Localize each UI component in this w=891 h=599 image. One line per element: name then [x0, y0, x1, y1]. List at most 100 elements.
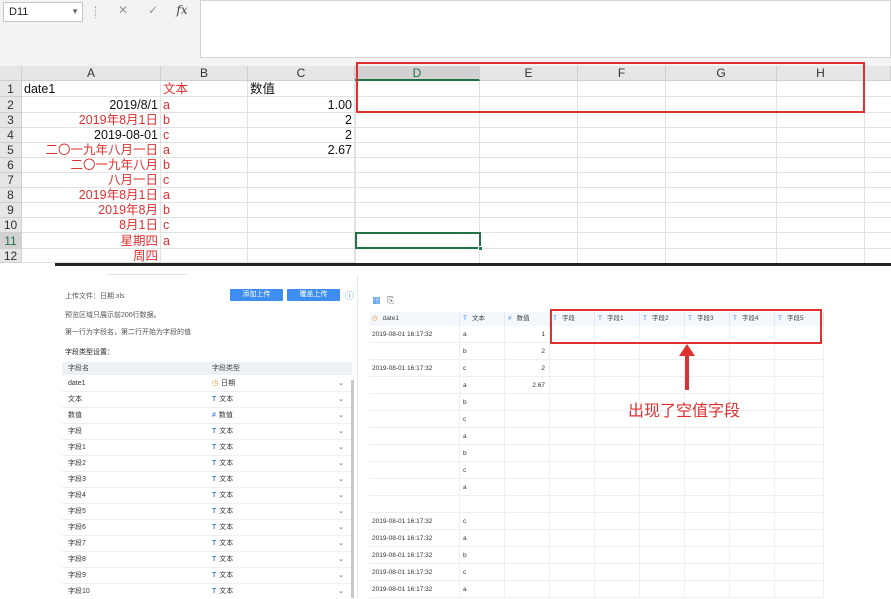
cell-c2[interactable]: 1.00 — [248, 97, 355, 113]
preview-cell — [730, 343, 775, 360]
row-header[interactable]: 1 — [0, 81, 22, 97]
chevron-down-icon[interactable]: ⌄ — [338, 424, 344, 439]
field-row[interactable]: 文本 T 文本 ⌄ — [62, 392, 352, 408]
fill-handle[interactable] — [478, 246, 483, 251]
enter-icon[interactable]: ✓ — [143, 3, 163, 17]
cell-c9[interactable] — [248, 203, 355, 218]
cell-c5[interactable]: 2.67 — [248, 143, 355, 158]
field-row[interactable]: 字段 T 文本 ⌄ — [62, 424, 352, 440]
column-header-a[interactable]: A — [22, 66, 161, 81]
cell-a1[interactable]: date1 — [22, 81, 161, 97]
cell-a8[interactable]: 2019年8月1日 — [22, 188, 161, 203]
preview-cell — [775, 360, 824, 377]
row-header[interactable]: 6 — [0, 158, 22, 173]
chevron-down-icon[interactable]: ⌄ — [338, 568, 344, 583]
cell-b6[interactable]: b — [161, 158, 248, 173]
chevron-down-icon[interactable]: ⌄ — [338, 440, 344, 455]
field-row[interactable]: 字段9 T 文本 ⌄ — [62, 568, 352, 584]
chevron-down-icon[interactable]: ⌄ — [338, 584, 344, 599]
cell-b1[interactable]: 文本 — [161, 81, 248, 97]
field-row[interactable]: 字段7 T 文本 ⌄ — [62, 536, 352, 552]
chevron-down-icon[interactable]: ⌄ — [338, 520, 344, 535]
cell-c12[interactable] — [248, 249, 355, 263]
insert-function-icon[interactable]: fx — [172, 3, 192, 17]
cell-a5[interactable]: 二〇一九年八月一日 — [22, 143, 161, 158]
chevron-down-icon[interactable]: ⌄ — [338, 504, 344, 519]
cell-a11[interactable]: 星期四 — [22, 233, 161, 249]
cell-b4[interactable]: c — [161, 128, 248, 143]
chevron-down-icon[interactable]: ⌄ — [338, 456, 344, 471]
table-view-icon[interactable]: ▦ — [372, 295, 381, 306]
cell-c10[interactable] — [248, 218, 355, 233]
cell-a12[interactable]: 周四 — [22, 249, 161, 263]
cell-c4[interactable]: 2 — [248, 128, 355, 143]
formula-bar[interactable] — [200, 0, 891, 58]
row-header[interactable]: 11 — [0, 233, 22, 249]
column-header-i[interactable] — [865, 66, 891, 81]
replace-upload-button[interactable]: 覆盖上传 — [287, 289, 340, 301]
chevron-down-icon[interactable]: ⌄ — [338, 552, 344, 567]
cell-b12[interactable] — [161, 249, 248, 263]
cancel-icon[interactable]: ✕ — [113, 3, 133, 17]
active-cell-d11[interactable] — [355, 232, 481, 249]
cell-c1[interactable]: 数值 — [248, 81, 355, 97]
row-header[interactable]: 10 — [0, 218, 22, 233]
field-row[interactable]: 字段6 T 文本 ⌄ — [62, 520, 352, 536]
cell-a10[interactable]: 8月1日 — [22, 218, 161, 233]
field-row[interactable]: date1 ◷ 日期 ⌄ — [62, 376, 352, 392]
cell-a6[interactable]: 二〇一九年八月 — [22, 158, 161, 173]
cell-b3[interactable]: b — [161, 113, 248, 128]
cell-b2[interactable]: a — [161, 97, 248, 113]
cell-a7[interactable]: 八月一日 — [22, 173, 161, 188]
chevron-down-icon[interactable]: ⌄ — [338, 408, 344, 423]
preview-cell — [640, 530, 685, 547]
field-row[interactable]: 字段2 T 文本 ⌄ — [62, 456, 352, 472]
row-header[interactable]: 12 — [0, 249, 22, 263]
field-row[interactable]: 字段4 T 文本 ⌄ — [62, 488, 352, 504]
row-header[interactable]: 5 — [0, 143, 22, 158]
field-row[interactable]: 字段1 T 文本 ⌄ — [62, 440, 352, 456]
column-header-b[interactable]: B — [161, 66, 248, 81]
chevron-down-icon[interactable]: ⌄ — [338, 472, 344, 487]
field-row[interactable]: 数值 # 数值 ⌄ — [62, 408, 352, 424]
cell-b9[interactable]: b — [161, 203, 248, 218]
cell-b7[interactable]: c — [161, 173, 248, 188]
select-all-corner[interactable] — [0, 66, 22, 81]
preview-cell — [685, 377, 730, 394]
field-row[interactable]: 字段3 T 文本 ⌄ — [62, 472, 352, 488]
copy-icon[interactable]: ⎘ — [387, 295, 394, 306]
append-upload-button[interactable]: 添加上传 — [230, 289, 283, 301]
cell-a9[interactable]: 2019年8月 — [22, 203, 161, 218]
cell-b10[interactable]: c — [161, 218, 248, 233]
cell-a2[interactable]: 2019/8/1 — [22, 97, 161, 113]
cell-c7[interactable] — [248, 173, 355, 188]
field-row[interactable]: 字段8 T 文本 ⌄ — [62, 552, 352, 568]
row-header[interactable]: 9 — [0, 203, 22, 218]
chevron-down-icon[interactable]: ⌄ — [338, 536, 344, 551]
info-icon[interactable]: ⓘ — [345, 289, 354, 302]
field-type: 文本 — [219, 396, 234, 403]
row-header[interactable]: 4 — [0, 128, 22, 143]
column-header-c[interactable]: C — [248, 66, 355, 81]
cell-a3[interactable]: 2019年8月1日 — [22, 113, 161, 128]
row-header[interactable]: 7 — [0, 173, 22, 188]
cell-c6[interactable] — [248, 158, 355, 173]
chevron-down-icon[interactable]: ▼ — [71, 3, 79, 21]
field-list-scrollbar[interactable] — [351, 380, 354, 598]
chevron-down-icon[interactable]: ⌄ — [338, 376, 344, 391]
cell-c8[interactable] — [248, 188, 355, 203]
row-header[interactable]: 2 — [0, 97, 22, 113]
chevron-down-icon[interactable]: ⌄ — [338, 392, 344, 407]
field-row[interactable]: 字段5 T 文本 ⌄ — [62, 504, 352, 520]
name-box[interactable]: D11 ▼ — [3, 2, 83, 22]
cell-c11[interactable] — [248, 233, 355, 249]
cell-b11[interactable]: a — [161, 233, 248, 249]
row-header[interactable]: 8 — [0, 188, 22, 203]
cell-b8[interactable]: a — [161, 188, 248, 203]
cell-b5[interactable]: a — [161, 143, 248, 158]
cell-c3[interactable]: 2 — [248, 113, 355, 128]
cell-a4[interactable]: 2019-08-01 — [22, 128, 161, 143]
chevron-down-icon[interactable]: ⌄ — [338, 488, 344, 503]
field-row[interactable]: 字段10 T 文本 ⌄ — [62, 584, 352, 598]
row-header[interactable]: 3 — [0, 113, 22, 128]
